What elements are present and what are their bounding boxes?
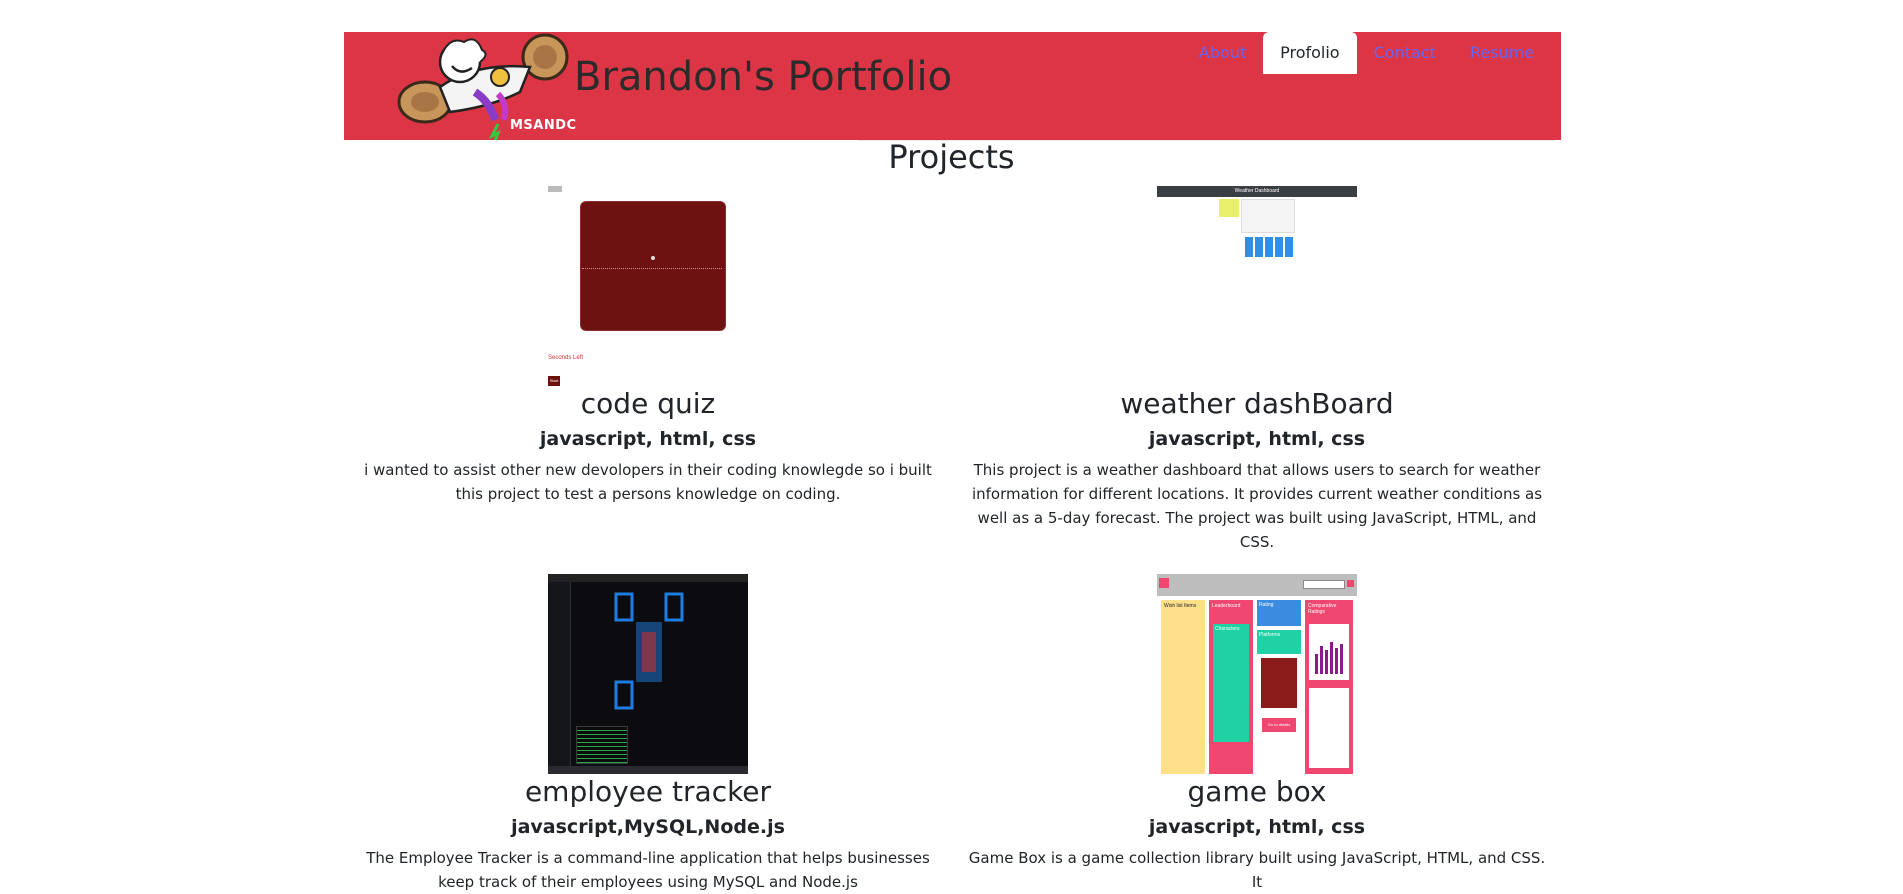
terminal-taskbar [548, 766, 748, 774]
nav-resume[interactable]: Resume [1453, 32, 1551, 74]
wishlist-column: Wish list Items [1161, 600, 1205, 774]
project-tech: javascript, html, css [1148, 428, 1366, 450]
project-card-game-box: Wish list Items Leaderboard Characters R… [967, 574, 1547, 894]
project-tech: javascript, html, css [539, 428, 757, 450]
terminal-topbar [548, 574, 748, 582]
bar-chart-bars [1315, 642, 1343, 674]
nav-portfolio[interactable]: Profolio [1263, 32, 1357, 74]
project-card-code-quiz: Seconds Left Start code quiz javascript,… [358, 186, 938, 506]
bar [1340, 644, 1343, 674]
bar [1335, 648, 1338, 674]
project-description: i wanted to assist other new devolopers … [364, 461, 932, 503]
platforms-panel: Platforms [1257, 630, 1301, 654]
weather-search-panel [1219, 199, 1239, 217]
logo-caption: MSANDC [510, 118, 577, 133]
thumb-header-mark [548, 186, 562, 192]
project-thumbnail[interactable]: Seconds Left Start [548, 186, 748, 386]
project-title: weather dashBoard [1120, 387, 1394, 420]
project-title: employee tracker [524, 775, 772, 808]
weather-topbar: Weather Dashboard [1157, 186, 1357, 197]
quiz-panel [580, 201, 726, 331]
gamebox-search-button [1347, 580, 1354, 587]
project-description: This project is a weather dashboard that… [971, 461, 1543, 551]
rating-column: Rating Platforms Go to details [1257, 600, 1301, 774]
project-tech: javascript,MySQL,Node.js [511, 816, 785, 838]
project-title: code quiz [580, 387, 716, 420]
bar [1315, 654, 1318, 674]
leaderboard-heading: Leaderboard [1212, 603, 1241, 609]
go-to-details-button: Go to details [1262, 718, 1296, 732]
ascii-art-logo [614, 592, 684, 710]
section-title: Projects [888, 138, 1015, 176]
forecast-day [1275, 237, 1283, 257]
forecast-day [1245, 237, 1253, 257]
bar [1325, 650, 1328, 674]
gauge-panel [1309, 688, 1349, 768]
comparative-heading: Comparative Ratings [1308, 603, 1337, 615]
bar-chart-panel [1309, 624, 1349, 680]
project-tech: javascript, html, css [1148, 816, 1366, 838]
comparative-ratings-column: Comparative Ratings [1305, 600, 1353, 774]
nav-contact[interactable]: Contact [1357, 32, 1453, 74]
weather-forecast-row [1245, 237, 1293, 257]
project-thumbnail[interactable]: Wish list Items Leaderboard Characters R… [1157, 574, 1357, 774]
forecast-day [1265, 237, 1273, 257]
gamebox-search [1303, 580, 1345, 589]
site-header: MSANDC Brandon's Portfolio About Profoli… [344, 32, 1561, 142]
nav-about[interactable]: About [1182, 32, 1263, 74]
weather-current-panel [1241, 199, 1295, 233]
bar [1320, 646, 1323, 674]
project-thumbnail[interactable]: Weather Dashboard [1157, 186, 1357, 386]
seconds-left-label: Seconds Left [548, 355, 584, 361]
rating-panel: Rating [1257, 600, 1301, 626]
bar [1330, 642, 1333, 674]
project-card-weather-dashboard: Weather Dashboard weather dashBoard java… [967, 186, 1547, 554]
characters-heading: Characters [1215, 626, 1240, 632]
terminal-sidebar [548, 582, 571, 766]
forecast-day [1255, 237, 1263, 257]
main-nav: About Profolio Contact Resume [1182, 32, 1551, 74]
leaderboard-column: Leaderboard Characters [1209, 600, 1253, 774]
quiz-start-button: Start [548, 376, 560, 386]
quiz-center-dot [651, 256, 655, 260]
gamebox-logo [1159, 578, 1169, 588]
terminal-table [576, 726, 628, 764]
project-thumbnail[interactable] [548, 574, 748, 774]
game-image [1261, 658, 1297, 708]
project-description: Game Box is a game collection library bu… [968, 849, 1546, 891]
forecast-day [1285, 237, 1293, 257]
logo[interactable]: MSANDC [380, 32, 580, 142]
site-title: Brandon's Portfolio [574, 54, 953, 100]
wishlist-heading: Wish list Items [1164, 603, 1197, 609]
project-card-employee-tracker: employee tracker javascript,MySQL,Node.j… [358, 574, 938, 894]
project-title: game box [1187, 775, 1327, 808]
characters-panel: Characters [1213, 624, 1249, 742]
quiz-dotted-line [582, 268, 722, 271]
project-description: The Employee Tracker is a command-line a… [366, 849, 930, 891]
